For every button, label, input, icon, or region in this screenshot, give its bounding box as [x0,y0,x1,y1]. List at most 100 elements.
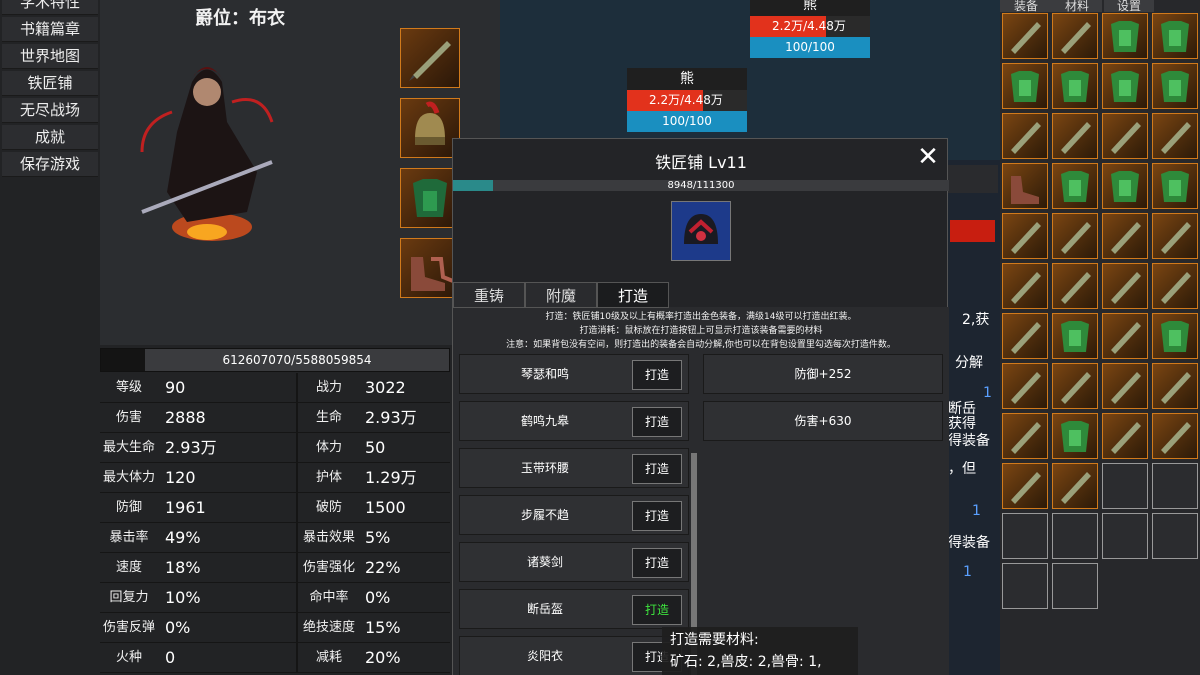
equip-slot-weapon[interactable] [400,28,460,88]
smithy-tab[interactable]: 附魔 [525,282,597,308]
inventory-slot[interactable] [1052,263,1098,309]
divider [296,523,298,553]
close-icon[interactable]: ✕ [915,144,941,171]
inventory-slot[interactable] [1052,413,1098,459]
inventory-slot[interactable] [1152,163,1198,209]
inventory-slot[interactable] [1102,263,1148,309]
stat-row: 防御 1961 破防 1500 [100,493,450,523]
inventory-slot[interactable] [1152,213,1198,259]
inventory-slot[interactable] [1052,213,1098,259]
inventory-slot[interactable] [1002,63,1048,109]
inventory-slot[interactable] [1102,463,1148,509]
inventory-slot[interactable] [1152,513,1198,559]
inventory-slot[interactable] [1152,263,1198,309]
inventory-slot[interactable] [1102,413,1148,459]
inventory-slot[interactable] [1152,413,1198,459]
inventory-slot[interactable] [1002,313,1048,359]
inventory-slot[interactable] [1102,213,1148,259]
smithy-note: 打造消耗：鼠标放在打造按钮上可显示打造该装备需要的材料 [579,326,823,336]
inventory-slot[interactable] [1002,463,1048,509]
inventory-slot[interactable] [1052,163,1098,209]
inventory-slot[interactable] [1002,263,1048,309]
inventory-slot[interactable] [1002,413,1048,459]
inventory-slot[interactable] [1102,113,1148,159]
sword-icon [1111,322,1141,354]
inventory-slot[interactable] [1052,563,1098,609]
bg-panel-strip [948,165,998,193]
enemy-card[interactable]: 熊 2.2万/4.48万 100/100 [750,0,870,58]
inventory-slot[interactable] [1152,113,1198,159]
inventory-tab[interactable]: 设置 [1104,0,1154,12]
forge-button[interactable]: 打造 [632,595,682,625]
inventory-slot[interactable] [1002,13,1048,59]
armor-icon [1161,71,1189,102]
inventory-slot[interactable] [1002,563,1048,609]
inventory-slot[interactable] [1152,463,1198,509]
menu-item[interactable]: 保存游戏 [2,152,98,177]
menu-item[interactable]: 铁匠铺 [2,71,98,96]
inventory-slot[interactable] [1152,13,1198,59]
forge-button[interactable]: 打造 [632,360,682,390]
inventory-slot[interactable] [1002,363,1048,409]
recipe-row[interactable]: 玉带环腰 打造 [459,448,689,488]
inventory-slot[interactable] [1152,363,1198,409]
inventory-slot[interactable] [1102,63,1148,109]
equip-slot-helmet[interactable] [400,98,460,158]
inventory-slot[interactable] [1052,113,1098,159]
inventory-slot[interactable] [1002,163,1048,209]
inventory-slot[interactable] [1052,13,1098,59]
equip-slot-boots[interactable] [400,238,460,298]
inventory-slot[interactable] [1102,363,1148,409]
inventory-tab[interactable]: 装备 [1000,0,1052,12]
forge-button[interactable]: 打造 [632,454,682,484]
inventory-slot[interactable] [1152,63,1198,109]
inventory-slot[interactable] [1002,513,1048,559]
inventory-slot[interactable] [1102,13,1148,59]
inventory-slot[interactable] [1002,213,1048,259]
armor-icon [1161,171,1189,202]
recipe-row[interactable]: 鹤鸣九皋 打造 [459,401,689,441]
inventory-slot[interactable] [1102,163,1148,209]
recipe-row[interactable]: 步履不趋 打造 [459,495,689,535]
inventory-tab[interactable]: 材料 [1052,0,1102,12]
equip-slot-armor[interactable] [400,168,460,228]
menu-item[interactable]: 成就 [2,125,98,150]
enemy-hp-text: 2.2万/4.48万 [649,93,723,107]
recipe-name: 鹤鸣九皋 [520,414,569,428]
exp-text: 612607070/5588059854 [222,353,372,367]
stat-label: 暴击效果 [302,530,355,545]
stat-label: 防御 [115,500,142,515]
menu-item[interactable]: 世界地图 [2,44,98,69]
log-fragment: 得装备 [948,535,990,551]
menu-item[interactable]: 书籍篇章 [2,17,98,42]
inventory-slot[interactable] [1052,363,1098,409]
inventory-slot[interactable] [1102,513,1148,559]
smithy-tab[interactable]: 打造 [597,282,669,308]
inventory-slot[interactable] [1052,63,1098,109]
inventory-slot[interactable] [1102,313,1148,359]
inventory-slot[interactable] [1152,313,1198,359]
forge-button[interactable]: 打造 [632,407,682,437]
inventory-slot[interactable] [1052,313,1098,359]
inventory-slot[interactable] [1002,113,1048,159]
forge-button[interactable]: 打造 [632,548,682,578]
stat-label: 减耗 [315,650,342,665]
stat-row: 伤害 2888 生命 2.93万 [100,403,450,433]
forge-button[interactable]: 打造 [632,501,682,531]
armor-icon [1061,321,1089,352]
sword-icon [1011,22,1041,54]
smithy-tab[interactable]: 重铸 [453,282,525,308]
inventory-slot[interactable] [1052,463,1098,509]
menu-item[interactable]: 无尽战场 [2,98,98,123]
armor-icon [1161,21,1189,52]
recipe-row[interactable]: 诸葵剑 打造 [459,542,689,582]
recipe-row[interactable]: 琴瑟和鸣 打造 [459,354,689,394]
menu-item[interactable]: 学术特性 [2,0,98,15]
recipe-row[interactable]: 断岳盔 打造 [459,589,689,629]
stat-label: 伤害强化 [302,560,355,575]
sword-icon [1111,222,1141,254]
inventory-slot[interactable] [1052,513,1098,559]
recipe-row[interactable]: 炎阳衣 打造 [459,636,689,675]
sword-icon [1061,22,1091,54]
enemy-card[interactable]: 熊 2.2万/4.48万 100/100 [627,68,747,132]
